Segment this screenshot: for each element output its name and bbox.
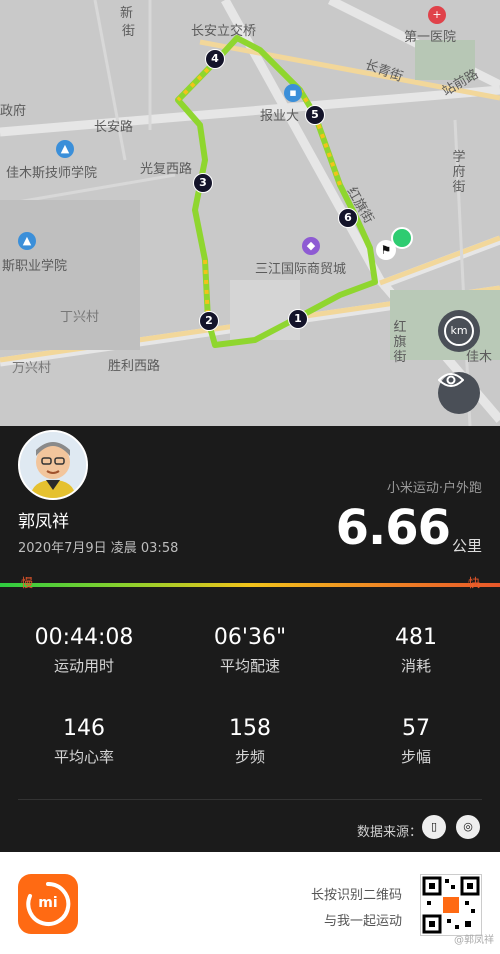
- stat-avg-heart-rate: 146 平均心率: [4, 716, 164, 767]
- map-label: 政府: [0, 104, 27, 119]
- distance-unit-button[interactable]: km: [438, 310, 480, 352]
- data-source-label: 数据来源：: [356, 825, 422, 840]
- route-marker-km-1[interactable]: 1: [288, 309, 308, 329]
- avatar[interactable]: [18, 430, 88, 500]
- stat-cadence: 158 步频: [170, 716, 330, 767]
- map-label: 斯职业学院: [2, 259, 68, 274]
- map-label: 长安路: [94, 120, 134, 135]
- phone-icon[interactable]: ▯: [422, 815, 446, 839]
- pace-gradient-bar: [0, 583, 500, 587]
- avatar-cartoon-icon: [20, 432, 86, 498]
- map-label: 胜利西路: [108, 359, 161, 374]
- map-label: 街: [122, 24, 136, 39]
- stat-label: 平均心率: [53, 748, 114, 766]
- map-label: 万兴村: [12, 361, 52, 376]
- map-label: 红旗街: [393, 320, 407, 365]
- distance-value: 6.66: [335, 500, 451, 556]
- stat-label: 消耗: [400, 657, 431, 675]
- band-icon[interactable]: ◎: [456, 815, 480, 839]
- stat-label: 步幅: [400, 748, 431, 766]
- map-canvas: [0, 0, 500, 426]
- school-icon: ▲: [56, 140, 74, 158]
- stat-value: 158: [229, 716, 271, 741]
- stat-label: 步频: [234, 748, 265, 766]
- logo-text: mi: [38, 895, 58, 911]
- qr-hint-line2: 与我一起运动: [323, 914, 402, 929]
- shopping-icon: ◆: [302, 237, 320, 255]
- stat-label: 平均配速: [219, 657, 280, 675]
- divider: [18, 799, 482, 800]
- qr-code[interactable]: [420, 874, 482, 936]
- map-label: 第一医院: [404, 30, 457, 45]
- map-label: 报业大: [260, 109, 300, 124]
- qr-hint-line1: 长按识别二维码: [310, 888, 402, 903]
- stat-value: 06'36": [213, 625, 287, 650]
- route-marker-km-2[interactable]: 2: [199, 311, 219, 331]
- km-icon: km: [444, 316, 474, 346]
- route-marker-km-4[interactable]: 4: [205, 49, 225, 69]
- school-icon: ▲: [18, 232, 36, 250]
- eye-icon: [438, 373, 464, 387]
- map-label: 学府街: [452, 150, 466, 195]
- stat-stride: 57 步幅: [336, 716, 496, 767]
- pace-fast-label: 快: [468, 576, 481, 590]
- workout-datetime: 2020年7月9日 凌晨 03:58: [18, 541, 179, 556]
- route-marker-km-5[interactable]: 5: [305, 105, 325, 125]
- stat-value: 481: [395, 625, 437, 650]
- distance-unit: 公里: [451, 537, 482, 555]
- finish-flag-icon: ⚑: [376, 240, 396, 260]
- stat-label: 运动用时: [53, 657, 114, 675]
- stat-value: 146: [63, 716, 105, 741]
- mi-fit-logo: mi: [18, 874, 78, 934]
- route-marker-km-6[interactable]: 6: [338, 208, 358, 228]
- stat-calories: 481 消耗: [336, 625, 496, 676]
- qr-code-icon: [422, 876, 480, 934]
- workout-source: 小米运动·户外跑: [386, 481, 482, 496]
- hospital-icon: +: [428, 6, 446, 24]
- route-map[interactable]: 新 街 长安立交桥 + 第一医院 长青街 站前路 政府 ▪ 报业大 长安路 ▲ …: [0, 0, 500, 426]
- map-label: 丁兴村: [60, 310, 100, 325]
- route-marker-km-3[interactable]: 3: [193, 173, 213, 193]
- stat-avg-pace: 06'36" 平均配速: [170, 625, 330, 676]
- view-toggle-button[interactable]: [438, 372, 480, 414]
- office-icon: ▪: [284, 84, 302, 102]
- pace-slow-label: 慢: [21, 576, 34, 590]
- map-label: 长安立交桥: [191, 24, 257, 39]
- map-label: 新: [120, 6, 134, 21]
- watermark: @郭凤祥: [454, 935, 494, 946]
- stat-value: 57: [402, 716, 430, 741]
- map-label: 佳木斯技师学院: [6, 166, 98, 181]
- map-label: 三江国际商贸城: [255, 262, 347, 277]
- share-footer: mi 长按识别二维码 与我一起运动 @郭凤祥: [0, 852, 500, 954]
- map-label: 光复西路: [140, 162, 193, 177]
- workout-summary-panel: 郭凤祥 2020年7月9日 凌晨 03:58 小米运动·户外跑 6.66 公里 …: [0, 426, 500, 852]
- user-name: 郭凤祥: [18, 512, 69, 532]
- stat-value: 00:44:08: [34, 625, 134, 650]
- road-changan: [0, 85, 500, 137]
- stat-duration: 00:44:08 运动用时: [4, 625, 164, 676]
